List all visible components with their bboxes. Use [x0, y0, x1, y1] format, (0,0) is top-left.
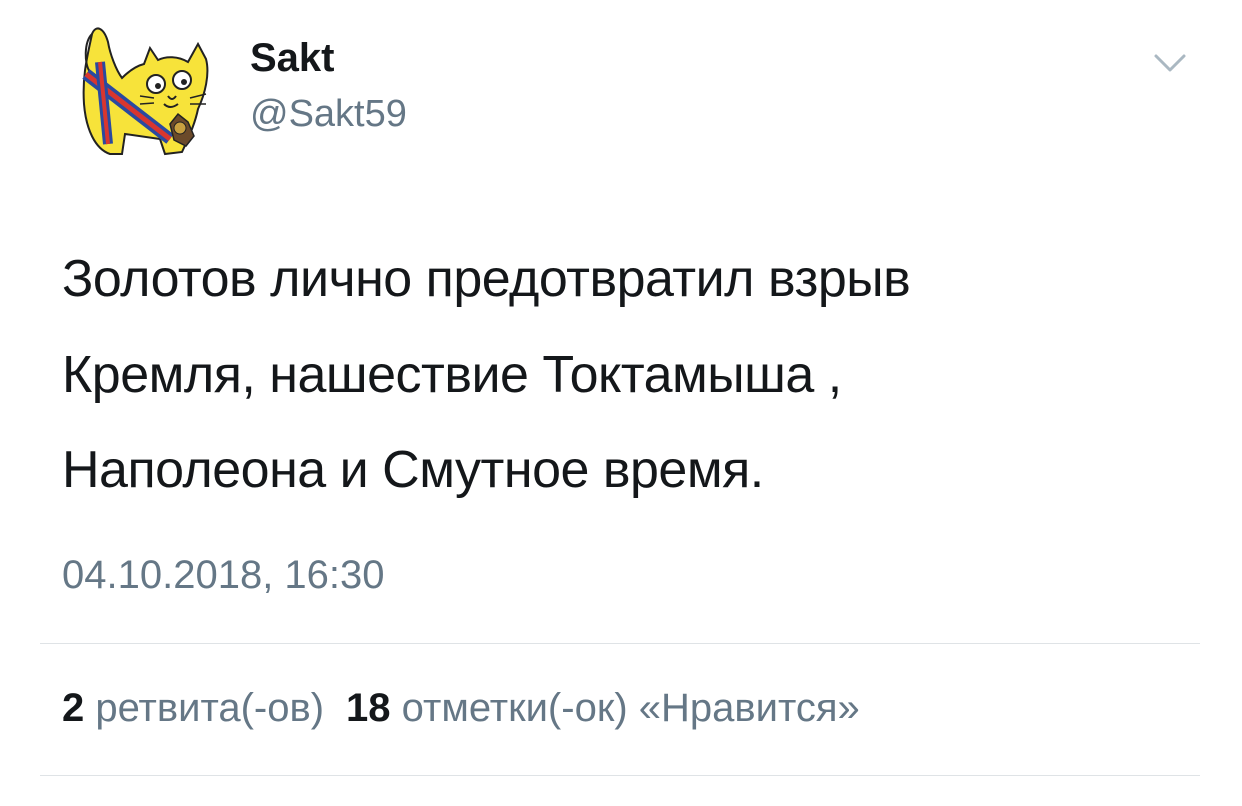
author-handle[interactable]: @Sakt59 [250, 93, 407, 136]
author-name[interactable]: Sakt [250, 36, 335, 80]
likes-label: отметки(-ок) «Нравится» [401, 686, 860, 730]
retweets-count: 2 [62, 686, 85, 730]
likes-count: 18 [346, 686, 391, 730]
avatar[interactable] [70, 14, 220, 164]
retweets-label: ретвита(-ов) [95, 686, 325, 730]
chevron-down-icon [1154, 54, 1186, 72]
tweet-text-line: Золотов лично предотвратил взрыв [62, 250, 911, 308]
tweet-card: Sakt @Sakt59 Золотов лично предотвратил … [0, 0, 1242, 806]
menu-button[interactable] [1150, 48, 1190, 78]
tweet-text: Золотов лично предотвратил взрыв Кремля,… [62, 232, 1192, 519]
tweet-text-line: Наполеона и Смутное время. [62, 441, 764, 500]
tweet-text-line: Кремля, нашествие Токтамыша , [62, 345, 842, 404]
retweets-stat[interactable]: 2 ретвита(-ов) [62, 686, 324, 730]
likes-stat[interactable]: 18 отметки(-ок) «Нравится» [346, 686, 860, 730]
divider [40, 775, 1200, 776]
tweet-timestamp[interactable]: 04.10.2018, 16:30 [62, 553, 385, 598]
yellow-cat-avatar-icon [82, 27, 209, 156]
divider [40, 643, 1200, 644]
tweet-stats: 2 ретвита(-ов) 18 отметки(-ок) «Нравится» [62, 686, 860, 731]
